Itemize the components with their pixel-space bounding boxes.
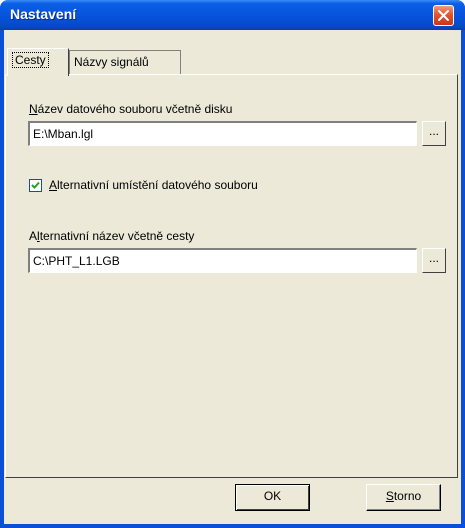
data-file-input[interactable] xyxy=(28,121,417,146)
close-icon xyxy=(438,10,449,21)
settings-dialog: Nastavení Cesty Názvy signálů Název dato… xyxy=(0,0,465,528)
window-title: Nastavení xyxy=(10,6,77,22)
alt-location-checkbox[interactable] xyxy=(29,179,42,192)
data-file-browse-button[interactable]: ... xyxy=(422,121,446,146)
alt-location-label[interactable]: Alternativní umístění datového souboru xyxy=(49,178,258,192)
title-bar[interactable]: Nastavení xyxy=(0,0,465,30)
tab-panel-cesty: Název datového souboru včetně disku ... … xyxy=(5,74,458,478)
tab-cesty[interactable]: Cesty xyxy=(7,48,69,76)
check-icon xyxy=(31,181,40,189)
data-file-label: Název datového souboru včetně disku xyxy=(29,102,233,116)
dialog-body: Cesty Názvy signálů Název datového soubo… xyxy=(4,30,461,524)
tab-nazvy-signalu-label: Názvy signálů xyxy=(74,55,149,69)
tab-cesty-label: Cesty xyxy=(12,52,49,68)
alt-name-browse-button[interactable]: ... xyxy=(422,248,446,273)
ok-button[interactable]: OK xyxy=(235,484,310,511)
tab-nazvy-signalu[interactable]: Názvy signálů xyxy=(69,50,181,74)
close-button[interactable] xyxy=(433,5,454,26)
alt-name-input[interactable] xyxy=(28,248,417,273)
alt-name-label: Alternativní název včetně cesty xyxy=(29,229,195,243)
cancel-button[interactable]: Storno xyxy=(366,484,441,511)
